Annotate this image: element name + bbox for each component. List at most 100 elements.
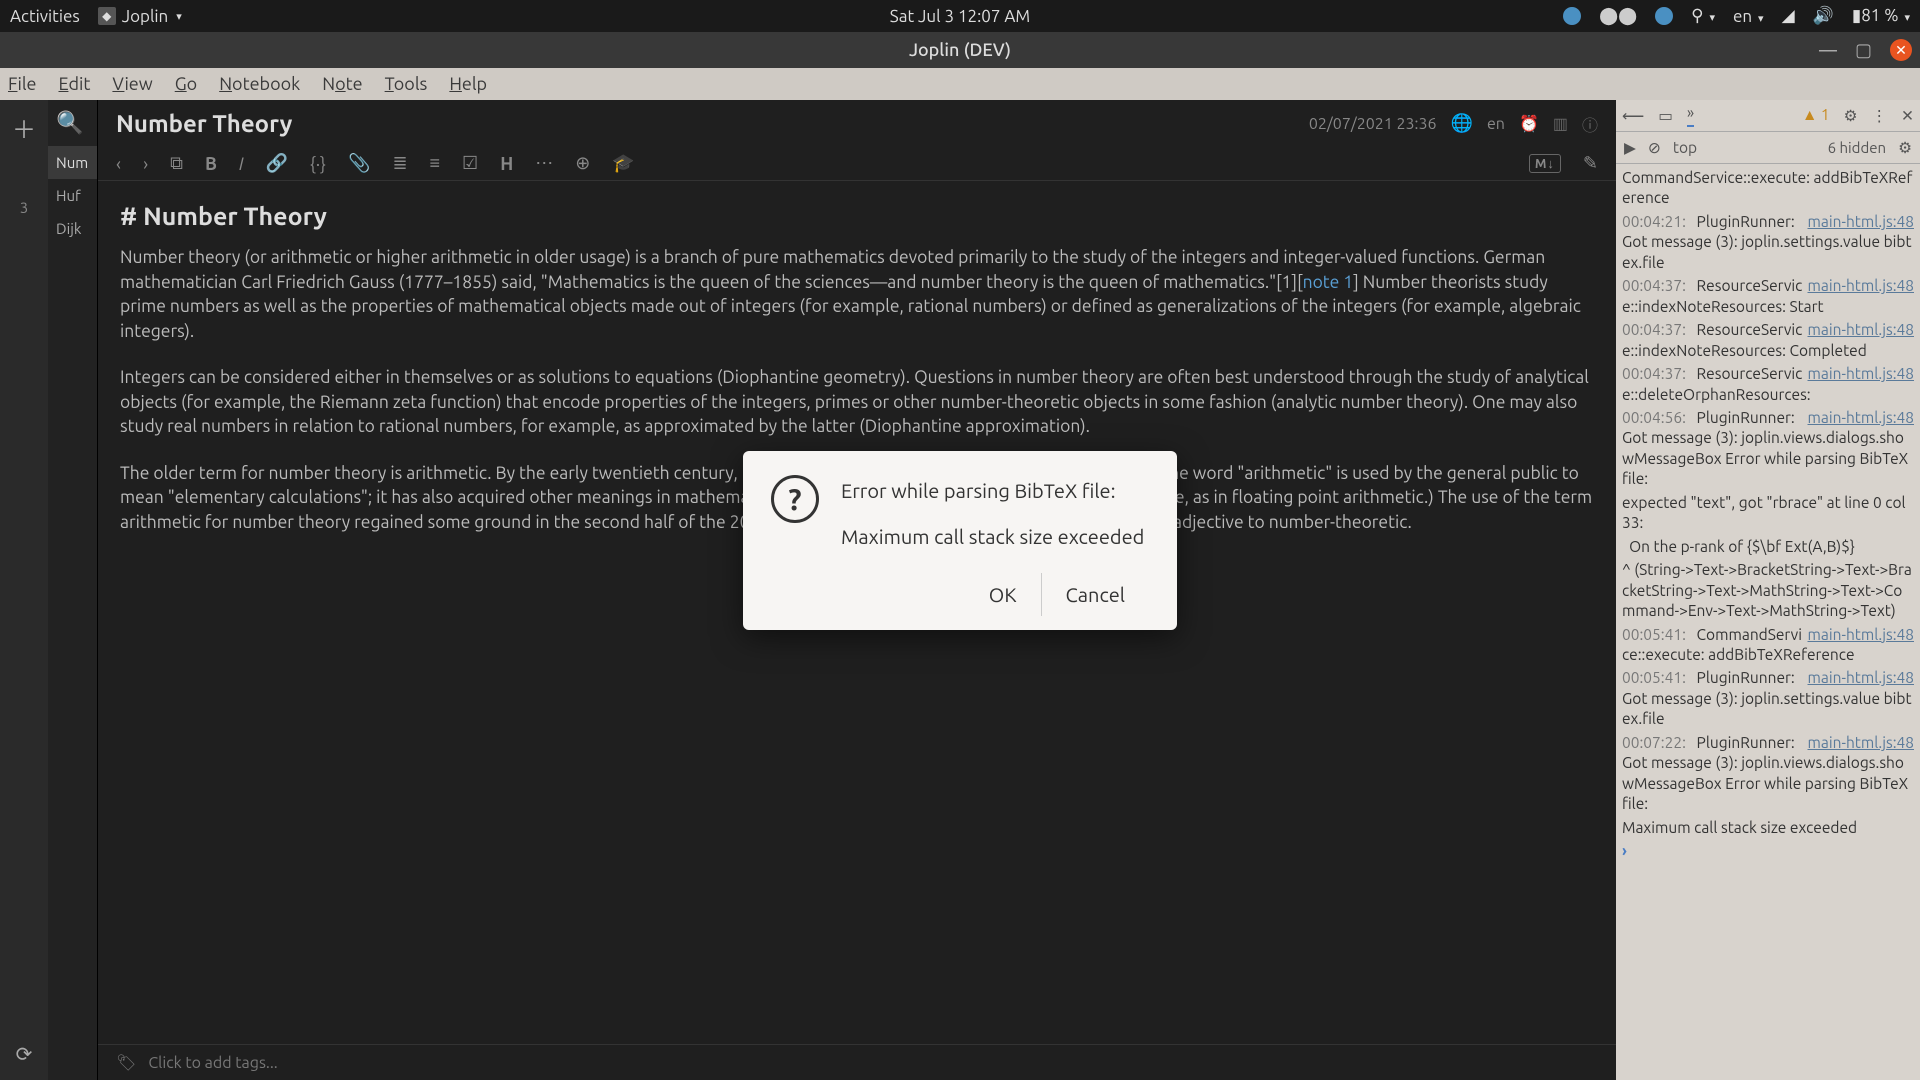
devtools-hidden-count[interactable]: 6 hidden: [1828, 139, 1887, 156]
app-menu[interactable]: ◆ Joplin ▾: [98, 7, 182, 26]
checkbox-list-button[interactable]: ☑: [462, 153, 478, 174]
clock[interactable]: Sat Jul 3 12:07 AM: [890, 7, 1030, 26]
attach-button[interactable]: 📎: [348, 153, 370, 174]
volume-icon[interactable]: 🔊: [1813, 6, 1834, 26]
console-entry: CommandService::execute: addBibTeXRefere…: [1622, 168, 1914, 209]
menu-view[interactable]: View: [112, 74, 152, 94]
cancel-button[interactable]: Cancel: [1041, 573, 1150, 616]
window-title: Joplin (DEV): [909, 40, 1011, 60]
note-link[interactable]: note 1: [1303, 273, 1354, 292]
menu-file[interactable]: File: [8, 74, 37, 94]
devtools-inspect-icon[interactable]: ⟵: [1622, 107, 1644, 125]
code-button[interactable]: {·}: [310, 154, 326, 174]
window-minimize-button[interactable]: —: [1819, 40, 1837, 60]
italic-button[interactable]: I: [239, 154, 244, 174]
console-entry: Maximum call stack size exceeded: [1622, 818, 1914, 838]
sync-button[interactable]: ⟳: [16, 1042, 33, 1066]
activities-button[interactable]: Activities: [10, 7, 80, 26]
note-timestamp: 02/07/2021 23:36: [1309, 115, 1437, 133]
link-button[interactable]: 🔗: [265, 153, 287, 174]
console-entry: On the p-rank of {$\bf Ext(A,B)$}: [1622, 537, 1914, 557]
ok-button[interactable]: OK: [965, 573, 1041, 616]
battery-indicator[interactable]: ▮81 % ▾: [1852, 6, 1910, 26]
joplin-app-icon: ◆: [98, 7, 116, 25]
note-heading: # Number Theory: [120, 199, 1594, 234]
dialog-message-line2: Maximum call stack size exceeded: [841, 521, 1144, 553]
accessibility-icon[interactable]: ⚲ ▾: [1691, 6, 1715, 26]
devtools-play-icon[interactable]: ▶: [1624, 139, 1636, 157]
heading-button[interactable]: H: [500, 154, 513, 174]
nav-back-button[interactable]: ‹: [116, 154, 121, 174]
devtools-panel: ⟵ ▭ » ▲ 1 ⚙ ⋮ ✕ ▶ ⊘ top 6 hidden ⚙ Comma…: [1616, 100, 1920, 1080]
question-icon: ?: [771, 475, 819, 523]
gear-icon[interactable]: ⚙: [1898, 139, 1912, 157]
editor-toolbar: ‹ › ⧉ B I 🔗 {·} 📎 ≣ ≡ ☑ H ⋯ ⊕ 🎓 M↓ ✎: [98, 147, 1616, 181]
bullet-list-button[interactable]: ≣: [392, 153, 407, 174]
info-icon[interactable]: ⓘ: [1582, 112, 1598, 136]
alarm-icon[interactable]: ⏰: [1519, 114, 1539, 133]
console-entry: main-html.js:4800:04:37: ResourceService…: [1622, 320, 1914, 361]
console-entry: main-html.js:4800:05:41: PluginRunner: G…: [1622, 668, 1914, 729]
menu-go[interactable]: Go: [175, 74, 197, 94]
devtools-more-tabs[interactable]: »: [1687, 104, 1694, 127]
language-indicator[interactable]: en ▾: [1733, 7, 1764, 26]
console-entry: expected "text", got "rbrace" at line 0 …: [1622, 493, 1914, 534]
tag-placeholder: Click to add tags...: [148, 1054, 277, 1072]
dialog-message-line1: Error while parsing BibTeX file:: [841, 475, 1144, 507]
note-title-input[interactable]: Number Theory: [116, 110, 1295, 137]
console-entry: main-html.js:4800:04:56: PluginRunner: G…: [1622, 408, 1914, 490]
spellcheck-lang[interactable]: en: [1487, 115, 1505, 133]
console-entry: main-html.js:4800:04:37: ResourceService…: [1622, 276, 1914, 317]
nav-forward-button[interactable]: ›: [143, 154, 148, 174]
tag-icon: 🏷: [116, 1053, 136, 1072]
devtools-console[interactable]: CommandService::execute: addBibTeXRefere…: [1616, 164, 1920, 1080]
insert-time-button[interactable]: ⊕: [575, 153, 590, 174]
tray-icon-2[interactable]: [1655, 7, 1673, 25]
search-icon[interactable]: 🔍: [56, 110, 97, 136]
devtools-warning-count[interactable]: ▲ 1: [1802, 106, 1830, 125]
hr-button[interactable]: ⋯: [535, 153, 553, 174]
devtools-device-icon[interactable]: ▭: [1658, 107, 1673, 125]
menu-tools[interactable]: Tools: [385, 74, 428, 94]
console-entry: main-html.js:4800:07:22: PluginRunner: G…: [1622, 733, 1914, 815]
window-maximize-button[interactable]: ▢: [1855, 40, 1872, 61]
discord-icon[interactable]: ⬤⬤: [1599, 6, 1637, 26]
external-edit-icon[interactable]: ⧉: [170, 153, 183, 174]
console-entry: main-html.js:4800:04:21: PluginRunner: G…: [1622, 212, 1914, 273]
devtools-context[interactable]: top: [1673, 139, 1697, 156]
tray-icon-1[interactable]: [1563, 7, 1581, 25]
chevron-down-icon: ▾: [176, 10, 182, 23]
app-menu-label: Joplin: [122, 7, 169, 26]
globe-icon[interactable]: 🌐: [1451, 113, 1473, 134]
numbered-list-button[interactable]: ≡: [430, 153, 441, 174]
console-entry: main-html.js:4800:05:41: CommandService:…: [1622, 625, 1914, 666]
bibtex-button[interactable]: 🎓: [612, 153, 634, 174]
error-dialog: ? Error while parsing BibTeX file: Maxim…: [743, 451, 1177, 630]
note-list-item[interactable]: Huf: [48, 179, 97, 212]
menu-note[interactable]: Note: [322, 74, 362, 94]
bold-button[interactable]: B: [205, 154, 217, 174]
app-menubar: File Edit View Go Notebook Note Tools He…: [0, 68, 1920, 100]
gnome-topbar: Activities ◆ Joplin ▾ Sat Jul 3 12:07 AM…: [0, 0, 1920, 32]
gear-icon[interactable]: ⚙: [1844, 107, 1858, 125]
devtools-close-icon[interactable]: ✕: [1901, 107, 1914, 125]
note-list: 🔍 Num Huf Dijk: [48, 100, 98, 1080]
menu-help[interactable]: Help: [449, 74, 487, 94]
layout-toggle-icon[interactable]: ▥: [1553, 114, 1568, 133]
menu-notebook[interactable]: Notebook: [219, 74, 300, 94]
wifi-icon[interactable]: ◢: [1782, 6, 1795, 26]
tag-bar[interactable]: 🏷 Click to add tags...: [98, 1044, 1616, 1080]
console-entry: ^ (String->Text->BracketString->Text->Br…: [1622, 560, 1914, 621]
console-entry: main-html.js:4800:04:37: ResourceService…: [1622, 364, 1914, 405]
toggle-editor-button[interactable]: ✎: [1583, 153, 1598, 174]
new-note-button[interactable]: ＋: [12, 110, 36, 145]
menu-edit[interactable]: Edit: [59, 74, 91, 94]
devtools-menu-icon[interactable]: ⋮: [1872, 107, 1888, 125]
note-list-item[interactable]: Dijk: [48, 212, 97, 245]
sidebar: ＋ 3 ⟳: [0, 100, 48, 1080]
devtools-clear-icon[interactable]: ⊘: [1648, 139, 1661, 157]
window-close-button[interactable]: ✕: [1890, 39, 1912, 61]
note-list-item[interactable]: Num: [48, 146, 97, 179]
console-prompt[interactable]: ›: [1622, 841, 1914, 861]
markdown-badge: M↓: [1529, 154, 1561, 173]
